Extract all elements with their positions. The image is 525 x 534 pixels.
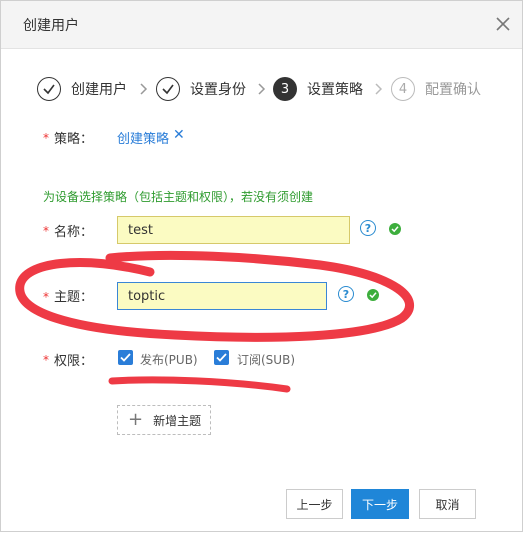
- create-user-dialog: 创建用户 创建用户 设置身份 3 设置策略 4 配置确认 * 策略： 创建策略 …: [0, 0, 523, 532]
- name-valid-icon: [389, 223, 401, 235]
- step-number: 3: [273, 77, 297, 101]
- topic-label: 主题：: [54, 290, 94, 305]
- step-label: 配置确认: [425, 82, 481, 98]
- step-done-icon: [37, 77, 61, 101]
- permission-label: 权限：: [54, 354, 94, 369]
- step-label: 设置身份: [190, 82, 246, 98]
- add-topic-label: 新增主题: [153, 413, 202, 428]
- stepper: 创建用户 设置身份 3 设置策略 4 配置确认: [37, 75, 507, 103]
- step-label: 设置策略: [307, 82, 363, 98]
- dialog-header: 创建用户: [1, 1, 522, 49]
- step-done-icon: [156, 77, 180, 101]
- step-create-user: 创建用户: [37, 75, 127, 103]
- name-label: 名称：: [54, 225, 94, 240]
- add-topic-button[interactable]: + 新增主题: [117, 405, 211, 435]
- topic-valid-icon: [367, 289, 379, 301]
- required-mark: *: [43, 131, 49, 145]
- close-icon[interactable]: [493, 14, 513, 34]
- next-step-button[interactable]: 下一步: [351, 489, 409, 519]
- cancel-button[interactable]: 取消: [419, 489, 476, 519]
- step-label: 创建用户: [71, 82, 127, 98]
- chevron-right-icon: [140, 83, 148, 95]
- subscribe-label: 订阅(SUB): [237, 353, 295, 367]
- create-policy-link[interactable]: 创建策略: [117, 128, 169, 147]
- publish-checkbox[interactable]: [118, 350, 133, 365]
- topic-help-icon[interactable]: ?: [338, 286, 354, 302]
- prev-step-button[interactable]: 上一步: [286, 489, 343, 519]
- name-help-icon[interactable]: ?: [360, 220, 376, 236]
- dialog-title: 创建用户: [23, 18, 79, 34]
- subscribe-checkbox[interactable]: [214, 350, 229, 365]
- policy-hint: 为设备选择策略（包括主题和权限），若没有须创建: [43, 190, 314, 204]
- required-mark: *: [43, 224, 49, 238]
- step-confirm-config: 4 配置确认: [391, 75, 481, 103]
- publish-label: 发布(PUB): [140, 353, 198, 367]
- required-mark: *: [43, 353, 49, 367]
- policy-label: 策略：: [54, 132, 94, 147]
- required-mark: *: [43, 290, 49, 304]
- step-set-policy: 3 设置策略: [273, 75, 363, 103]
- step-number: 4: [391, 77, 415, 101]
- remove-policy-icon[interactable]: ✕: [173, 127, 185, 143]
- chevron-right-icon: [375, 83, 383, 95]
- plus-icon: +: [128, 409, 144, 430]
- chevron-right-icon: [258, 83, 266, 95]
- step-set-identity: 设置身份: [156, 75, 246, 103]
- name-input[interactable]: [117, 216, 350, 244]
- topic-input[interactable]: [117, 282, 327, 310]
